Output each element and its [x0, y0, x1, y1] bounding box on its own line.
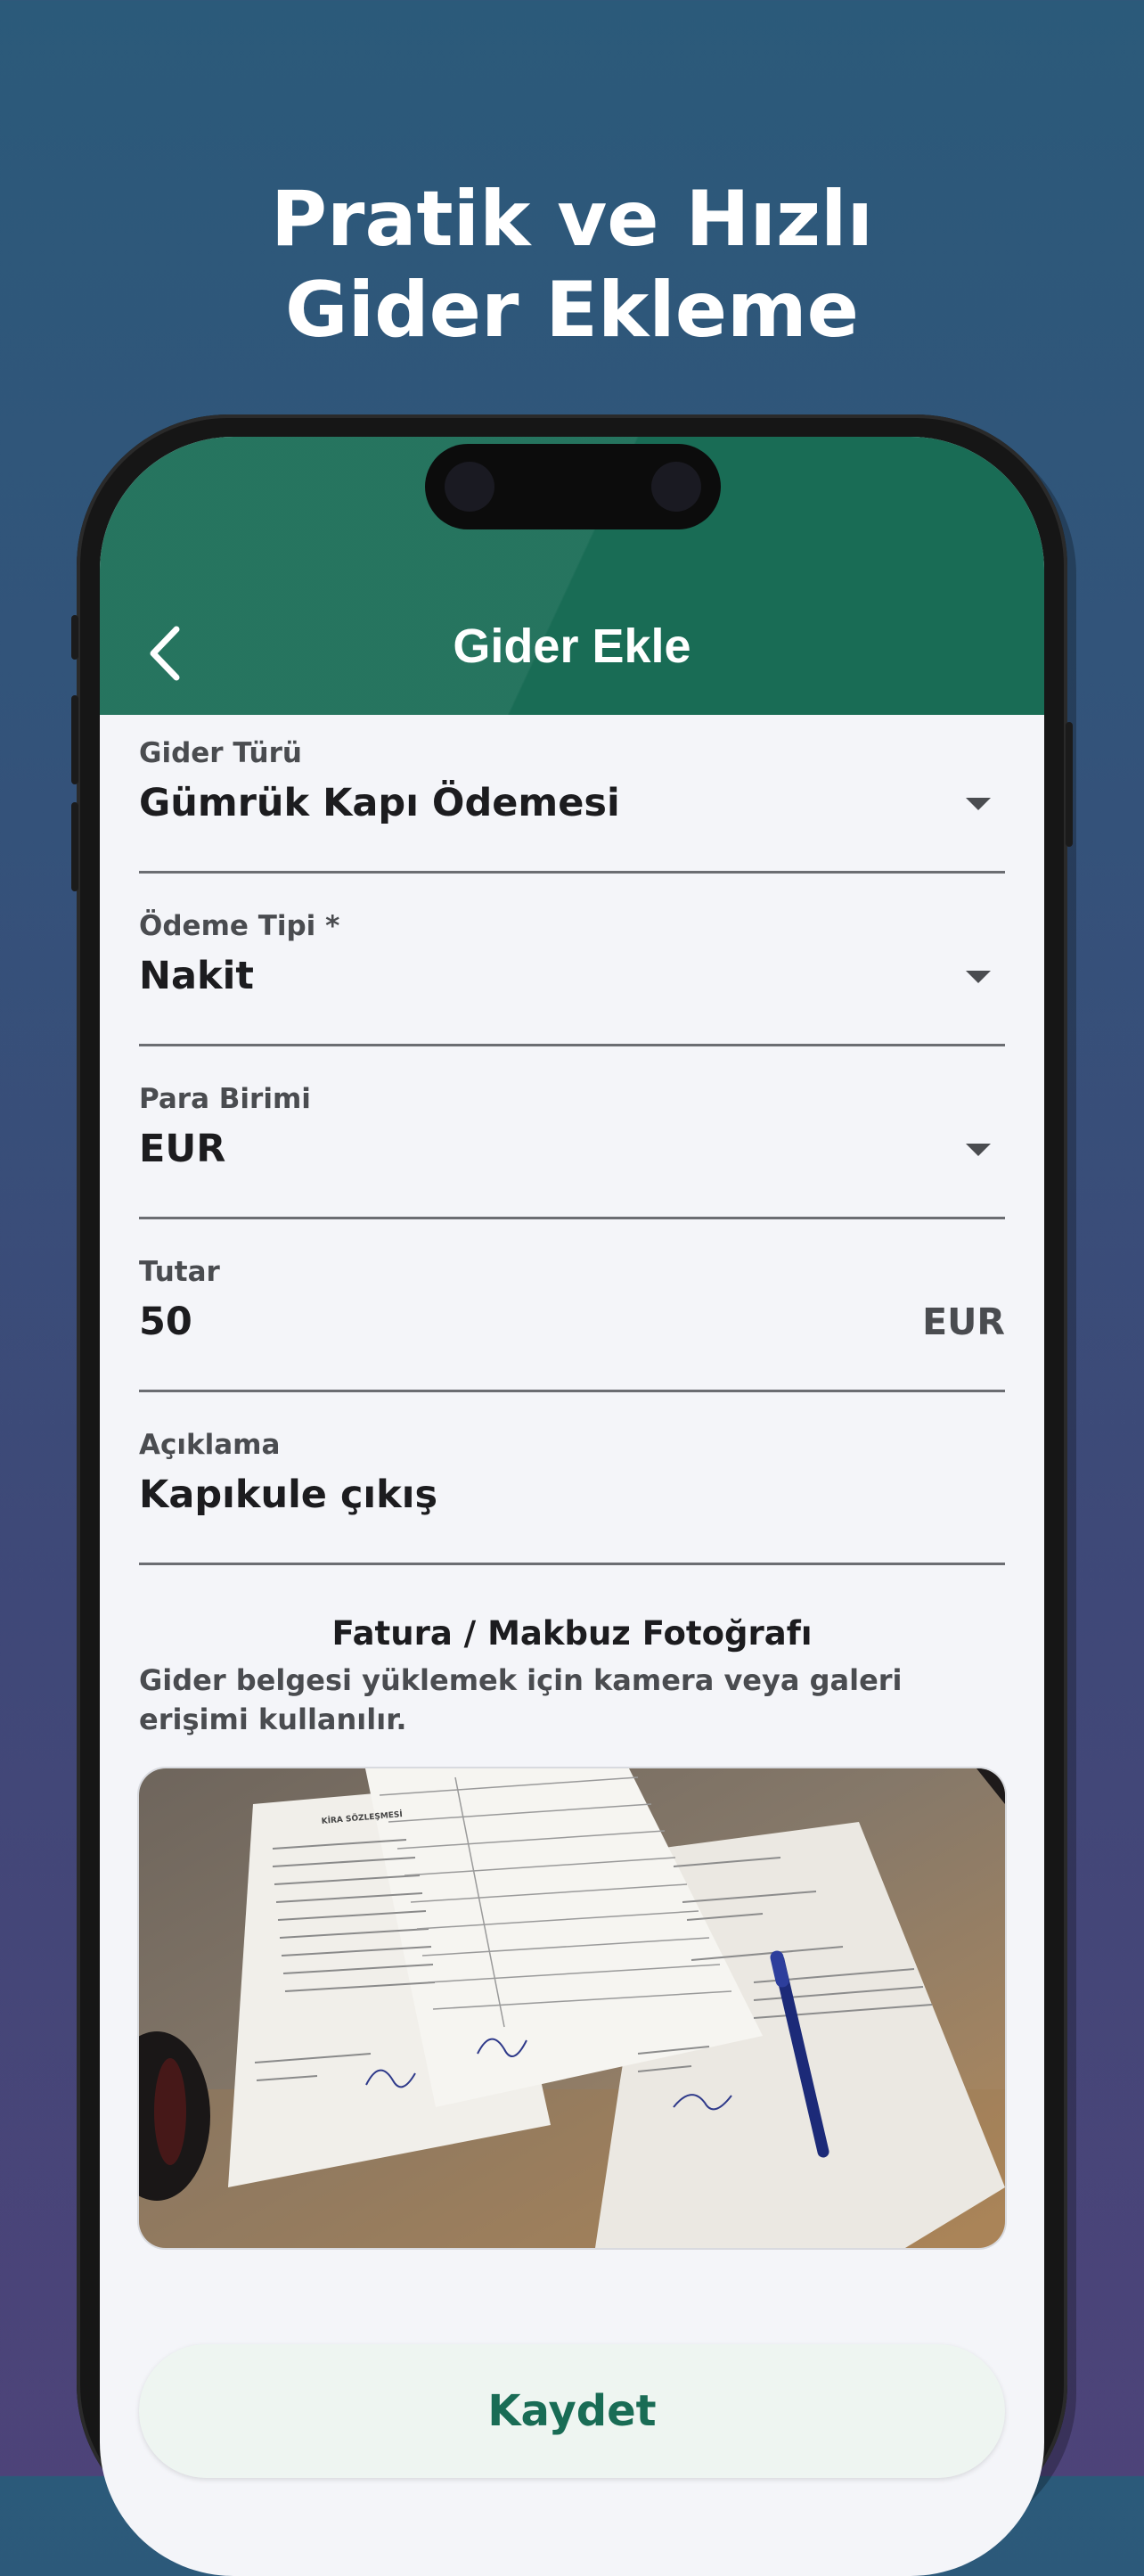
amount-field[interactable]: Tutar 50 EUR [139, 1254, 1005, 1392]
description-value[interactable]: Kapıkule çıkış [139, 1470, 437, 1520]
description-field[interactable]: Açıklama Kapıkule çıkış [139, 1427, 1005, 1565]
dynamic-island [425, 444, 721, 529]
app-screen: Gider Ekle Gider Türü Gümrük Kapı Ödemes… [100, 437, 1044, 2576]
phone-volume-up-button [71, 695, 78, 784]
expense-type-value: Gümrük Kapı Ödemesi [139, 781, 620, 825]
amount-currency-suffix: EUR [922, 1300, 1005, 1343]
headline-line-2: Gider Ekleme [285, 266, 859, 355]
amount-value[interactable]: 50 [139, 1297, 192, 1347]
photo-section-title: Fatura / Makbuz Fotoğrafı [331, 1614, 813, 1653]
description-label: Açıklama [139, 1429, 281, 1461]
currency-label: Para Birimi [139, 1083, 311, 1115]
amount-label: Tutar [139, 1256, 220, 1288]
phone-volume-down-button [71, 802, 78, 891]
currency-value: EUR [139, 1127, 226, 1171]
save-button[interactable]: Kaydet [139, 2344, 1005, 2478]
phone-power-button [1066, 722, 1073, 847]
front-sensor-icon [445, 462, 494, 512]
payment-type-dropdown[interactable]: Ödeme Tipi * Nakit [139, 908, 1005, 1046]
headline-line-1: Pratik ve Hızlı [271, 175, 873, 264]
expense-type-dropdown[interactable]: Gider Türü Gümrük Kapı Ödemesi [139, 735, 1005, 874]
payment-type-value: Nakit [139, 954, 254, 998]
dropdown-arrow-icon[interactable] [966, 971, 991, 983]
promo-headline: Pratik ve Hızlı Gider Ekleme [0, 174, 1144, 356]
phone-side-button [71, 615, 78, 660]
expense-type-label: Gider Türü [139, 737, 302, 769]
page-title: Gider Ekle [453, 619, 691, 673]
receipt-photo[interactable]: KİRA SÖZLEŞMESİ [139, 1768, 1005, 2248]
front-camera-icon [651, 462, 701, 512]
currency-dropdown[interactable]: Para Birimi EUR [139, 1081, 1005, 1219]
dropdown-arrow-icon[interactable] [966, 1144, 991, 1156]
app-bar: Gider Ekle [100, 437, 1044, 715]
dropdown-arrow-icon[interactable] [966, 798, 991, 810]
payment-type-label: Ödeme Tipi * [139, 910, 340, 942]
photo-section-description: Gider belgesi yüklemek için kamera veya … [139, 1663, 903, 1736]
